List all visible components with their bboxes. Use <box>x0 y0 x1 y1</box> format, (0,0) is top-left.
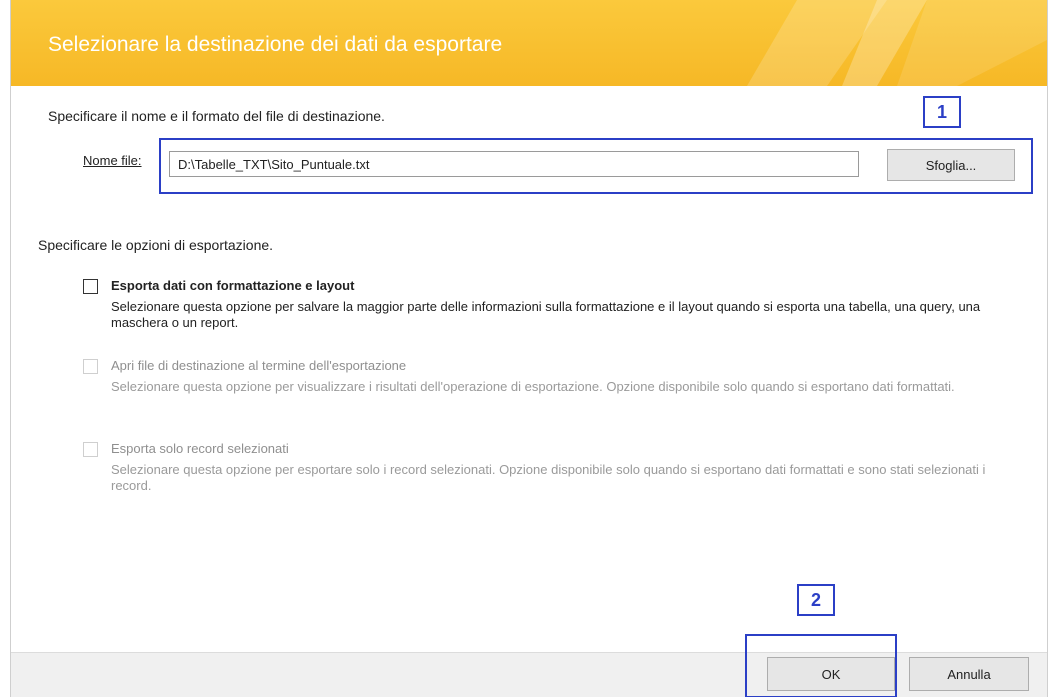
selected-records-option-description: Selezionare questa opzione per esportare… <box>111 462 986 493</box>
formatting-option-description: Selezionare questa opzione per salvare l… <box>111 299 981 330</box>
annotation-marker-1: 1 <box>923 96 961 128</box>
file-section-instruction: Specificare il nome e il formato del fil… <box>48 108 385 124</box>
formatting-checkbox[interactable] <box>83 279 98 294</box>
open-file-checkbox <box>83 359 98 374</box>
open-file-option-description: Selezionare questa opzione per visualizz… <box>111 379 955 394</box>
selected-records-checkbox <box>83 442 98 457</box>
options-section-instruction: Specificare le opzioni di esportazione. <box>38 237 274 253</box>
export-dialog: Selezionare la destinazione dei dati da … <box>10 0 1048 697</box>
header-decoration <box>747 0 1047 86</box>
dialog-header: Selezionare la destinazione dei dati da … <box>11 0 1047 86</box>
selected-records-option-label: Esporta solo record selezionati <box>111 441 289 456</box>
open-file-option-label: Apri file di destinazione al termine del… <box>111 358 407 373</box>
dialog-title: Selezionare la destinazione dei dati da … <box>48 33 503 56</box>
formatting-option-label: Esporta dati con formattazione e layout <box>111 278 355 293</box>
annotation-box-2 <box>745 634 897 697</box>
annotation-marker-2: 2 <box>797 584 835 616</box>
cancel-button[interactable]: Annulla <box>909 657 1029 691</box>
annotation-box-1 <box>159 138 1033 194</box>
filename-label: Nome file: <box>83 153 142 168</box>
